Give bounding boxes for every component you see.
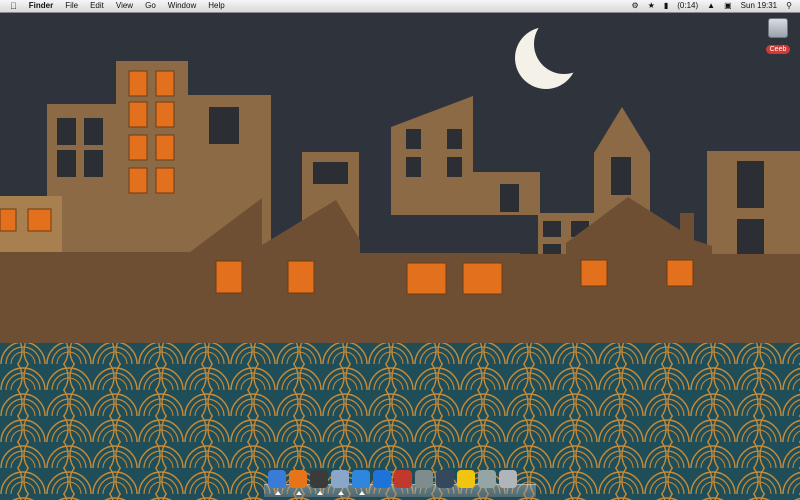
input-menu-icon[interactable]: ▣ <box>724 0 732 12</box>
running-indicator <box>359 491 365 495</box>
menu-bar:  Finder File Edit View Go Window Help ⚙… <box>0 0 800 13</box>
menu-window[interactable]: Window <box>168 0 196 12</box>
dock-safari-icon[interactable] <box>352 470 370 495</box>
dock-calculator-icon[interactable] <box>478 470 496 488</box>
running-indicator <box>296 491 302 495</box>
dock <box>264 470 536 500</box>
menu-edit[interactable]: Edit <box>90 0 104 12</box>
running-indicator <box>338 491 344 495</box>
volume-icon[interactable]: ▮ <box>664 0 668 12</box>
bluetooth-icon[interactable]: ★ <box>648 0 655 12</box>
dock-photo-booth-icon[interactable] <box>394 470 412 488</box>
menu-help[interactable]: Help <box>208 0 224 12</box>
time-machine-icon[interactable]: ⚙ <box>632 0 639 12</box>
menu-go[interactable]: Go <box>145 0 156 12</box>
battery-status[interactable]: (0:14) <box>677 0 698 12</box>
dock-firefox-icon[interactable] <box>289 470 307 495</box>
wifi-icon[interactable]: ▲ <box>707 0 715 12</box>
dock-dvd-player-icon[interactable] <box>436 470 454 488</box>
dock-preview-icon[interactable] <box>331 470 349 495</box>
dock-trash-icon[interactable] <box>499 470 517 488</box>
menu-view[interactable]: View <box>116 0 133 12</box>
spotlight-search-icon[interactable]: ⚲ <box>786 0 792 12</box>
city-night-wallpaper <box>0 13 800 500</box>
dock-finder-icon[interactable] <box>268 470 286 495</box>
desktop-wallpaper <box>0 13 800 500</box>
dock-adium-icon[interactable] <box>310 470 328 495</box>
dock-quicktime-icon[interactable] <box>373 470 391 488</box>
menu-file[interactable]: File <box>65 0 78 12</box>
hard-drive-icon <box>768 18 788 38</box>
dock-system-preferences-icon[interactable] <box>415 470 433 488</box>
hard-drive-desktop-icon[interactable]: Ceeb <box>763 18 793 56</box>
hard-drive-label: Ceeb <box>765 45 791 54</box>
dock-stickies-icon[interactable] <box>457 470 475 488</box>
running-indicator <box>317 491 323 495</box>
app-menu[interactable]: Finder <box>29 0 53 12</box>
clock[interactable]: Sun 19:31 <box>741 0 777 12</box>
running-indicator <box>275 491 281 495</box>
apple-menu-icon[interactable]:  <box>10 0 17 12</box>
